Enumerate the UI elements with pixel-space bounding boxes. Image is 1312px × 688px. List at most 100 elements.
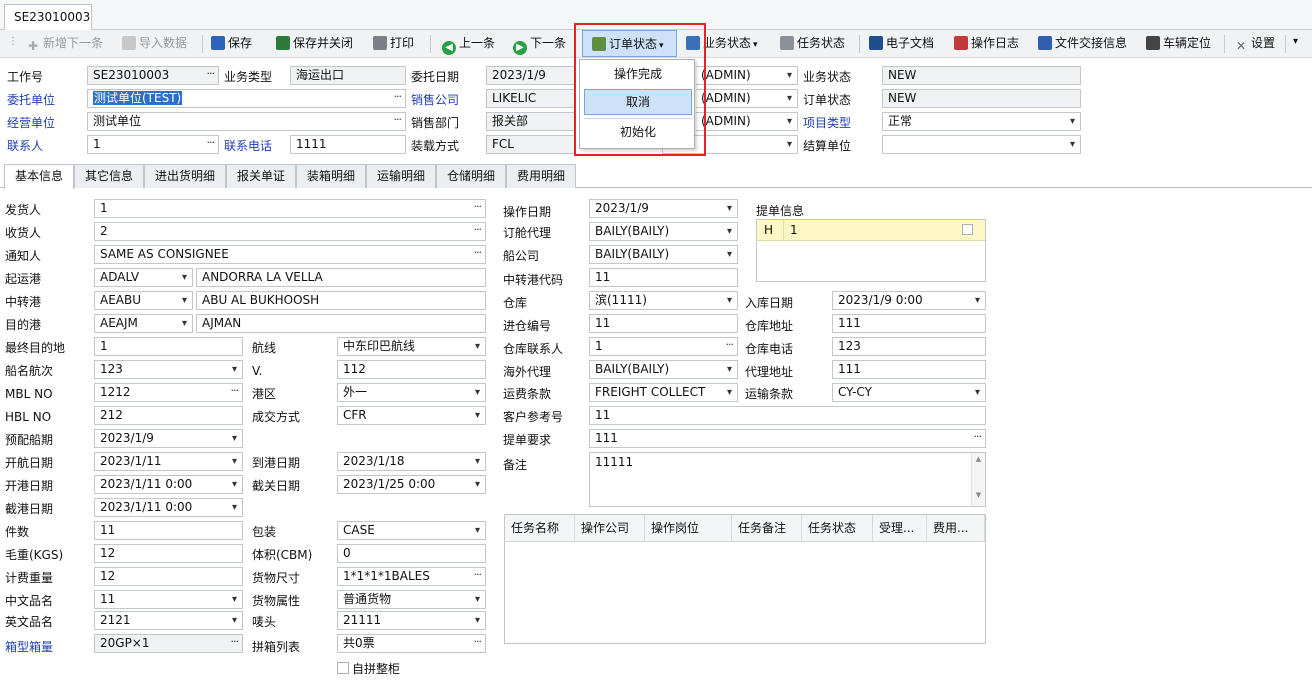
vehicle-button[interactable]: 车辆定位 [1146,30,1211,57]
settings-button[interactable]: ✕ 设置 [1234,30,1275,57]
prev-button[interactable]: ◀ 上一条 [442,30,495,57]
add-next-button[interactable]: ✚ 新增下一条 [26,30,103,57]
admin-field-2[interactable]: (ADMIN) [696,89,798,108]
pieces-field[interactable]: 11 [94,521,243,540]
tab-transport[interactable]: 运输明细 [366,164,436,188]
full-cabinet-checkbox[interactable] [337,662,349,674]
en-name-select[interactable]: 2121 [94,611,243,630]
pod-name-field[interactable]: AJMAN [196,314,486,333]
attr-select[interactable]: 普通货物 [337,590,486,609]
job-no-field[interactable]: SE23010003 [87,66,219,85]
bl-info-row[interactable]: H 1 [757,220,985,241]
project-type-select[interactable]: 正常 [882,112,1081,131]
menu-item-cancel[interactable]: 取消 [584,89,692,115]
op-date-field[interactable]: 2023/1/9 [589,199,738,218]
port-cut-date[interactable]: 2023/1/11 0:00 [94,498,243,517]
warehouse-select[interactable]: 滨(1111) [589,291,738,310]
document-tab[interactable]: SE23010003 [4,4,92,31]
cbm-field[interactable]: 0 [337,544,486,563]
wh-phone-field[interactable]: 123 [832,337,986,356]
import-button[interactable]: 导入数据 [122,30,187,57]
save-button[interactable]: 保存 [211,30,252,57]
arrive-date[interactable]: 2023/1/18 [337,452,486,471]
pod-code-select[interactable]: AEAJM [94,314,193,333]
consignee-field[interactable]: 2 [94,222,486,241]
handover-button[interactable]: 文件交接信息 [1038,30,1127,57]
tab-customs[interactable]: 报关单证 [226,164,296,188]
load-mode-field[interactable]: FCL [486,135,576,154]
save-close-button[interactable]: 保存并关闭 [276,30,353,57]
wh-contact-field[interactable]: 1 [589,337,738,356]
pol-name-field[interactable]: ANDORRA LA VELLA [196,268,486,287]
via-name-field[interactable]: ABU AL BUKHOOSH [196,291,486,310]
open-date[interactable]: 2023/1/11 0:00 [94,475,243,494]
tab-storage[interactable]: 仓储明细 [436,164,506,188]
via-code-field[interactable]: 11 [589,268,738,287]
grid-header-op-post[interactable]: 操作岗位 [645,515,732,542]
transport-select[interactable]: CY-CY [832,383,986,402]
bl-req-field[interactable]: 111 [589,429,986,448]
grid-header-accept[interactable]: 受理... [873,515,927,542]
task-status-button[interactable]: 任务状态 [780,30,845,57]
shipper-field[interactable]: 1 [94,199,486,218]
print-button[interactable]: 打印 [373,30,414,57]
grid-header-fee[interactable]: 费用... [927,515,985,542]
sail-date[interactable]: 2023/1/11 [94,452,243,471]
consol-field[interactable]: 共0票 [337,634,486,653]
tab-other[interactable]: 其它信息 [74,164,144,188]
menu-item-init[interactable]: 初始化 [584,120,692,146]
pol-code-select[interactable]: ADALV [94,268,193,287]
etd-pre-date[interactable]: 2023/1/9 [94,429,243,448]
grid-header-task-name[interactable]: 任务名称 [505,515,575,542]
remark-scrollbar[interactable]: ▲ ▼ [971,453,985,506]
pack-select[interactable]: CASE [337,521,486,540]
freight-select[interactable]: FREIGHT COLLECT [589,383,738,402]
oplog-button[interactable]: 操作日志 [954,30,1019,57]
contact-field[interactable]: 1 [87,135,219,154]
sales-company-field[interactable]: LIKELIC [486,89,576,108]
toolbar-overflow-icon[interactable]: ▾ [1293,36,1298,47]
order-status-button[interactable]: 订单状态 ▾ [582,30,677,57]
final-dest-field[interactable]: 1 [94,337,243,356]
booking-agent-select[interactable]: BAILY(BAILY) [589,222,738,241]
operator-unit-field[interactable]: 测试单位 [87,112,406,131]
vessel-select[interactable]: 123 [94,360,243,379]
customs-cut-date[interactable]: 2023/1/25 0:00 [337,475,486,494]
cust-ref-field[interactable]: 11 [589,406,986,425]
via-code-select[interactable]: AEABU [94,291,193,310]
in-date-field[interactable]: 2023/1/9 0:00 [832,291,986,310]
overseas-select[interactable]: BAILY(BAILY) [589,360,738,379]
sales-dept-field[interactable]: 报关部 [486,112,576,131]
agent-addr-field[interactable]: 111 [832,360,986,379]
edoc-button[interactable]: 电子文档 [869,30,934,57]
entry-no-field[interactable]: 11 [589,314,738,333]
phone-field[interactable]: 1111 [290,135,406,154]
container-field[interactable]: 20GP×1 [94,634,243,653]
grid-header-task-status[interactable]: 任务状态 [802,515,873,542]
grid-header-task-remark[interactable]: 任务备注 [732,515,802,542]
biz-status-button[interactable]: 业务状态 ▾ [686,30,758,57]
dim-field[interactable]: 1*1*1*1BALES [337,567,486,586]
gw-field[interactable]: 12 [94,544,243,563]
carrier-select[interactable]: BAILY(BAILY) [589,245,738,264]
menu-item-complete[interactable]: 操作完成 [584,62,692,88]
admin-field-1[interactable]: (ADMIN) [696,66,798,85]
port-area-select[interactable]: 外一 [337,383,486,402]
bl-checkbox[interactable] [962,224,973,235]
settle-select[interactable] [882,135,1081,154]
client-field[interactable]: 测试单位(TEST) [87,89,406,108]
hbl-field[interactable]: 212 [94,406,243,425]
grid-header-op-company[interactable]: 操作公司 [575,515,645,542]
tab-goods[interactable]: 进出货明细 [144,164,226,188]
next-button[interactable]: ▶ 下一条 [513,30,566,57]
mark-select[interactable]: 21111 [337,611,486,630]
biz-type-field[interactable]: 海运出口 [290,66,406,85]
voyage-field[interactable]: 112 [337,360,486,379]
entrust-date-field[interactable]: 2023/1/9 [486,66,576,85]
tab-fees[interactable]: 费用明细 [506,164,576,188]
route-select[interactable]: 中东印巴航线 [337,337,486,356]
tab-packing[interactable]: 装箱明细 [296,164,366,188]
admin-field-3[interactable]: (ADMIN) [696,112,798,131]
wh-addr-field[interactable]: 111 [832,314,986,333]
mbl-field[interactable]: 1212 [94,383,243,402]
